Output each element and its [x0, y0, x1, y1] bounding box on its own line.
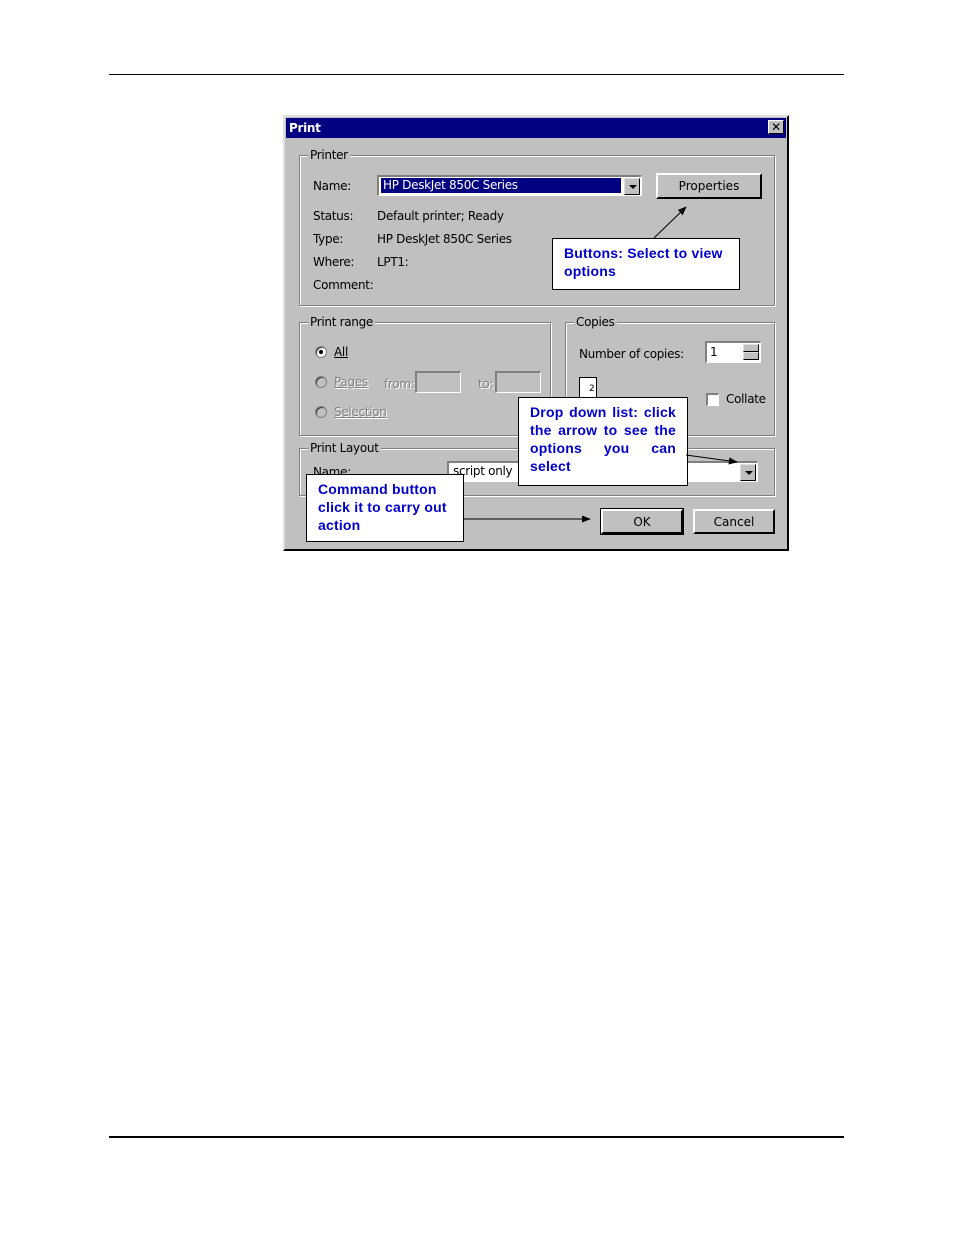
- chevron-down-icon: [745, 471, 753, 475]
- print-layout-group-label: Print Layout: [308, 441, 381, 455]
- selection-label: Selection: [334, 405, 387, 419]
- print-range-group-label: Print range: [308, 315, 376, 329]
- dialog-title: Print: [289, 121, 321, 135]
- layout-dropdown-arrow-button[interactable]: [740, 464, 756, 481]
- radio-dot-icon: [319, 350, 323, 354]
- collate-checkbox[interactable]: [706, 393, 719, 406]
- chevron-down-icon: [629, 185, 637, 189]
- collate-label: Collate: [726, 392, 766, 406]
- status-value: Default printer; Ready: [377, 209, 504, 223]
- all-radio[interactable]: [315, 346, 327, 358]
- comment-label: Comment:: [313, 278, 374, 292]
- pages-label: Pages: [334, 375, 368, 389]
- to-input[interactable]: [495, 371, 541, 393]
- printer-name-dropdown[interactable]: HP DeskJet 850C Series: [377, 175, 642, 196]
- page-icon-number: 2: [589, 384, 595, 394]
- status-label: Status:: [313, 209, 354, 223]
- copies-spinner[interactable]: 1: [705, 341, 761, 363]
- print-range-group: Print range All Pages from: to: Selectio…: [299, 315, 551, 436]
- printer-group-label: Printer: [308, 148, 350, 162]
- where-value: LPT1:: [377, 255, 409, 269]
- where-label: Where:: [313, 255, 355, 269]
- number-of-copies-label: Number of copies:: [579, 347, 684, 361]
- spin-up-button[interactable]: [743, 344, 759, 352]
- ok-button[interactable]: OK: [600, 508, 684, 535]
- copies-group-label: Copies: [574, 315, 617, 329]
- printer-name-label: Name:: [313, 179, 351, 193]
- pages-radio[interactable]: [315, 376, 327, 388]
- properties-button[interactable]: Properties: [656, 173, 762, 199]
- title-bar[interactable]: Print ✕: [286, 118, 786, 138]
- callout-dropdown: Drop down list: click the arrow to see t…: [518, 397, 688, 486]
- type-label: Type:: [313, 232, 344, 246]
- selection-radio[interactable]: [315, 406, 327, 418]
- footer-rule: [109, 1136, 844, 1138]
- to-label: to:: [478, 377, 494, 391]
- printer-name-value: HP DeskJet 850C Series: [381, 178, 621, 193]
- copies-value: 1: [710, 345, 718, 359]
- all-label: All: [334, 345, 348, 359]
- from-label: from:: [384, 377, 415, 391]
- header-rule: [109, 74, 844, 75]
- callout-buttons: Buttons: Select to view options: [552, 238, 740, 290]
- from-input[interactable]: [415, 371, 461, 393]
- close-icon: ✕: [771, 120, 781, 134]
- spin-down-button[interactable]: [743, 352, 759, 360]
- type-value: HP DeskJet 850C Series: [377, 232, 512, 246]
- callout-command: Command button click it to carry out act…: [306, 474, 464, 542]
- close-button[interactable]: ✕: [768, 120, 784, 134]
- printer-dropdown-arrow-button[interactable]: [624, 178, 640, 195]
- collate-pages-icon: 2: [579, 377, 597, 399]
- cancel-button[interactable]: Cancel: [693, 509, 775, 534]
